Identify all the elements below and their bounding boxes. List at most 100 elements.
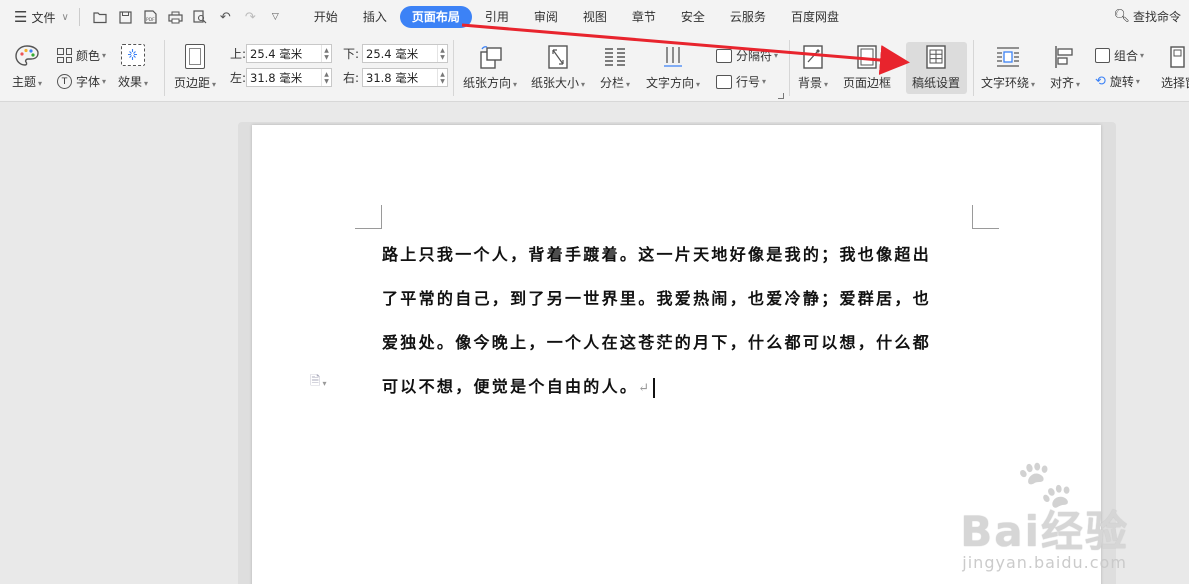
dropdown-arrow-icon: ▾	[626, 80, 631, 89]
rotate-label: 旋转	[1109, 75, 1134, 89]
margin-bottom-value: 25.4 毫米	[366, 46, 419, 61]
paragraph-handle[interactable]: 🗎︎ ▾	[310, 372, 326, 394]
tab-insert[interactable]: 插入	[351, 6, 399, 28]
quick-access-toolbar: PDF ↶ ↷ ▽	[88, 5, 288, 29]
colors-label: 颜色	[76, 49, 101, 63]
watermark-brand: Bai经验	[960, 507, 1129, 556]
tab-view[interactable]: 视图	[571, 6, 619, 28]
selection-pane-label: 选择窗	[1161, 76, 1189, 90]
separator-button[interactable]: 分隔符 ▾	[716, 47, 778, 64]
rotate-button[interactable]: ⟲ 旋转 ▾	[1095, 73, 1140, 90]
margin-bottom-label: 下:	[343, 47, 360, 61]
background-button[interactable]: 背景 ▾	[798, 44, 828, 91]
colors-button[interactable]: 颜色 ▾	[57, 47, 106, 64]
search-command-label: 查找命令	[1132, 10, 1181, 24]
print-preview-icon[interactable]	[188, 5, 213, 29]
page-border-label: 页面边框	[843, 76, 892, 90]
page-setup-launcher-icon[interactable]	[778, 93, 784, 99]
background-label: 背景	[798, 76, 823, 90]
dropdown-arrow-icon: ▾	[774, 51, 779, 60]
margin-left-label: 左:	[230, 71, 247, 85]
align-label: 对齐	[1050, 76, 1075, 90]
font-label: 字体	[76, 75, 101, 89]
paragraph-doc-icon: 🗎︎	[310, 374, 321, 389]
margin-right-value: 31.8 毫米	[366, 70, 419, 85]
tab-chapter[interactable]: 章节	[620, 6, 668, 28]
redo-icon[interactable]: ↷	[238, 5, 263, 29]
effects-button[interactable]: 效果 ▾	[118, 44, 148, 90]
paper-size-button[interactable]: 纸张大小 ▾	[531, 44, 585, 91]
margin-right-input[interactable]: 31.8 毫米 ▲ ▼	[362, 68, 448, 87]
margin-bottom-row: 下: 25.4 毫米 ▲ ▼	[343, 44, 448, 63]
line-numbers-icon	[716, 74, 732, 89]
search-command[interactable]: 🔍︎ 查找命令	[1113, 8, 1181, 25]
selection-pane-button[interactable]: 选择窗	[1161, 44, 1189, 91]
dropdown-arrow-icon: ▾	[1076, 80, 1081, 89]
print-icon[interactable]	[163, 5, 188, 29]
margin-left-input[interactable]: 31.8 毫米 ▲ ▼	[246, 68, 332, 87]
dropdown-arrow-icon: ▾	[38, 79, 43, 88]
effects-icon	[121, 44, 146, 66]
tab-cloud-service[interactable]: 云服务	[718, 6, 778, 28]
spin-arrows-icon[interactable]: ▲ ▼	[321, 45, 331, 62]
dropdown-arrow-icon: ▾	[696, 80, 701, 89]
page-border-button[interactable]: 页面边框	[843, 44, 891, 91]
palette-icon	[15, 45, 39, 66]
text-direction-button[interactable]: 文字方向 ▾	[646, 44, 700, 91]
paper-size-label: 纸张大小	[531, 76, 580, 90]
color-grid-icon	[57, 48, 72, 63]
tab-page-layout[interactable]: 页面布局	[399, 6, 472, 28]
margin-bottom-input[interactable]: 25.4 毫米 ▲ ▼	[362, 44, 448, 63]
manuscript-settings-button[interactable]: 稿纸设置	[912, 44, 960, 91]
ribbon-divider	[789, 40, 790, 96]
file-menu[interactable]: ☰ 文件 ∨	[0, 0, 69, 34]
group-button[interactable]: 组合 ▾	[1095, 47, 1144, 64]
text-line: 爱独处。像今晚上，一个人在这苍茫的月下，什么都可以想，什么都	[382, 333, 932, 352]
orientation-button[interactable]: 纸张方向 ▾	[463, 44, 517, 91]
spin-arrows-icon[interactable]: ▲ ▼	[321, 69, 331, 86]
hamburger-icon: ☰	[14, 8, 28, 26]
line-numbers-button[interactable]: 行号 ▾	[716, 73, 766, 90]
manuscript-grid-icon	[926, 45, 946, 69]
spin-arrows-icon[interactable]: ▲ ▼	[437, 69, 447, 86]
ribbon-divider	[453, 40, 454, 96]
dropdown-arrow-icon: ▾	[1031, 80, 1036, 89]
background-icon	[803, 45, 823, 69]
watermark-url: jingyan.baidu.com	[962, 553, 1127, 572]
columns-button[interactable]: 分栏 ▾	[600, 44, 630, 91]
customize-toolbar-icon[interactable]: ▽	[263, 5, 288, 29]
margins-button[interactable]: 页边距 ▾	[174, 44, 216, 91]
dropdown-arrow-icon: ▾	[513, 80, 518, 89]
orientation-icon	[480, 46, 502, 69]
text-cursor	[653, 377, 656, 398]
text-wrap-button[interactable]: 文字环绕 ▾	[981, 44, 1035, 91]
theme-label: 主题	[12, 75, 37, 89]
margin-right-label: 右:	[343, 71, 360, 85]
undo-icon[interactable]: ↶	[213, 5, 238, 29]
columns-label: 分栏	[600, 76, 625, 90]
page-margins-icon	[185, 44, 206, 69]
margin-top-row: 上: 25.4 毫米 ▲ ▼	[230, 44, 332, 63]
ribbon-divider	[164, 40, 165, 96]
document-body[interactable]: 路上只我一个人，背着手踱着。这一片天地好像是我的；我也像超出 了平常的自己，到了…	[382, 233, 974, 409]
tab-home[interactable]: 开始	[302, 6, 350, 28]
spin-arrows-icon[interactable]: ▲ ▼	[437, 45, 447, 62]
export-pdf-icon[interactable]: PDF	[138, 5, 163, 29]
margin-left-value: 31.8 毫米	[250, 70, 303, 85]
save-icon[interactable]	[113, 5, 138, 29]
tab-review[interactable]: 审阅	[522, 6, 570, 28]
margin-top-input[interactable]: 25.4 毫米 ▲ ▼	[246, 44, 332, 63]
paragraph-mark: ↵	[638, 381, 652, 396]
align-button[interactable]: 对齐 ▾	[1050, 44, 1080, 91]
text-wrap-icon	[997, 47, 1020, 67]
svg-text:PDF: PDF	[146, 17, 155, 23]
tab-security[interactable]: 安全	[669, 6, 717, 28]
tab-references[interactable]: 引用	[473, 6, 521, 28]
theme-button[interactable]: 主题 ▾	[12, 44, 42, 90]
tab-baidu-netdisk[interactable]: 百度网盘	[779, 6, 851, 28]
file-menu-label: 文件	[31, 10, 56, 25]
font-button[interactable]: T 字体 ▾	[57, 73, 106, 90]
separator-icon	[716, 48, 732, 63]
open-folder-icon[interactable]	[88, 5, 113, 29]
line-numbers-label: 行号	[736, 75, 761, 89]
